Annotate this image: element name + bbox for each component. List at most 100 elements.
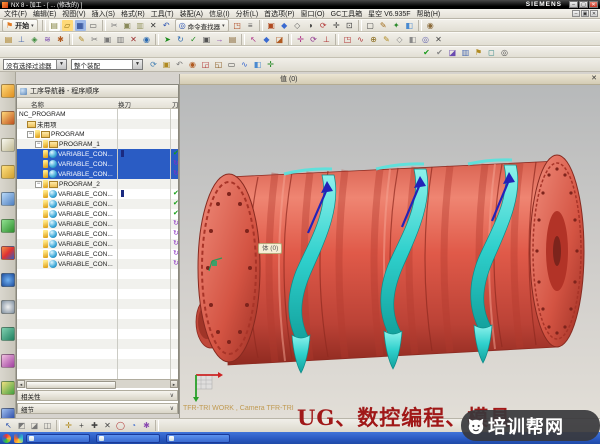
select-face-icon[interactable]: ◩ — [16, 420, 27, 431]
menu-item[interactable]: 帮助(H) — [417, 9, 441, 19]
navigator-section-bar[interactable]: 相关性 ∨ — [17, 390, 178, 401]
highlight-icon[interactable]: ◉ — [187, 59, 198, 70]
select-body-icon[interactable]: ◫ — [42, 420, 53, 431]
edit-object-icon[interactable]: ✎ — [76, 34, 87, 45]
taskbar-window-button-3[interactable] — [166, 434, 230, 443]
mid-point-icon[interactable]: ✚ — [89, 420, 100, 431]
mouse-mode-icon[interactable]: ↖ — [248, 34, 259, 45]
open-icon[interactable]: ▱ — [62, 20, 73, 31]
menu-item[interactable]: 视图(V) — [62, 9, 85, 19]
shaded-view-icon[interactable]: ◆ — [279, 20, 290, 31]
taskbar-window-button-1[interactable] — [26, 434, 90, 443]
rectangle-select-icon[interactable]: ▭ — [226, 59, 237, 70]
tree-row-variable_con[interactable]: VARIABLE_CON...↻ — [17, 159, 178, 169]
menu-item[interactable]: GC工具箱 — [331, 9, 363, 19]
tree-row-[interactable]: 未用项 — [17, 119, 178, 129]
target-icon[interactable]: ◎ — [499, 47, 510, 58]
existing-point-icon[interactable]: ✱ — [141, 420, 152, 431]
print-icon[interactable]: ▭ — [88, 20, 99, 31]
deselect-all-icon[interactable]: ↶ — [174, 59, 185, 70]
copy-object-icon[interactable]: ▣ — [102, 34, 113, 45]
tree-row-variable_con[interactable]: VARIABLE_CON...✔ — [17, 209, 178, 219]
undo-icon[interactable]: ↶ — [161, 20, 172, 31]
assembly-navigator-icon[interactable] — [1, 84, 15, 98]
menu-item[interactable]: 格式(R) — [121, 9, 145, 19]
menu-item[interactable]: 装配(A) — [180, 9, 203, 19]
operation-navigator-icon[interactable] — [1, 165, 15, 179]
pan-view-icon[interactable]: ✛ — [331, 20, 342, 31]
stamp-icon[interactable]: ▥ — [460, 47, 471, 58]
verify-check-icon[interactable]: ✔ — [421, 47, 432, 58]
maximize-button[interactable]: ▢ — [579, 1, 588, 8]
start-button[interactable]: ⚑开始▾ — [2, 19, 38, 32]
create-method-icon[interactable]: ≋ — [42, 34, 53, 45]
outside-window-icon[interactable]: ◱ — [213, 59, 224, 70]
part-navigator-icon[interactable] — [1, 138, 15, 152]
tree-row-program_1[interactable]: −PROGRAM_1 — [17, 139, 178, 149]
materials-icon[interactable]: ◧ — [404, 20, 415, 31]
help-icon[interactable]: ◉ — [425, 20, 436, 31]
display-object-icon[interactable]: ◉ — [141, 34, 152, 45]
edit-section-icon[interactable]: ✎ — [378, 20, 389, 31]
column-toolchange[interactable]: 换刀 — [118, 99, 131, 109]
intersection-point-icon[interactable]: ✕ — [102, 420, 113, 431]
create-program-icon[interactable]: ▤ — [3, 34, 14, 45]
shaded-select-icon[interactable]: ◧ — [252, 59, 263, 70]
cursor-select-icon[interactable]: ↖ — [3, 420, 14, 431]
column-name[interactable]: 名称 — [31, 99, 44, 109]
selection-filter-dropdown[interactable]: 没有选择过滤器 ▼ — [3, 59, 67, 70]
create-tool-icon[interactable]: ⊥ — [16, 34, 27, 45]
end-point-icon[interactable]: + — [76, 420, 87, 431]
selection-scope-dropdown[interactable]: 整个装配 ▼ — [71, 59, 143, 70]
snap-toggle-icon[interactable]: ✛ — [265, 59, 276, 70]
touch-mode-icon[interactable]: ≡ — [245, 20, 256, 31]
3d-model-screw-shaft[interactable] — [180, 85, 600, 419]
machine-simulation-icon[interactable]: ▣ — [201, 34, 212, 45]
taskbar-window-button-2[interactable] — [96, 434, 160, 443]
shop-documentation-icon[interactable]: ▤ — [227, 34, 238, 45]
fit-view-icon[interactable]: ⊡ — [344, 20, 355, 31]
tree-row-variable_con[interactable]: VARIABLE_CON...↻ — [17, 249, 178, 259]
child-minimize-button[interactable]: – — [572, 10, 580, 17]
datum-icon[interactable]: ◇ — [394, 34, 405, 45]
snap-point-icon[interactable]: ✛ — [63, 420, 74, 431]
process-studio-icon[interactable] — [1, 327, 15, 341]
history-icon[interactable] — [1, 300, 15, 314]
flag-icon[interactable]: ⚑ — [473, 47, 484, 58]
new-icon[interactable]: ▤ — [49, 20, 60, 31]
menu-item[interactable]: 信息(I) — [209, 9, 230, 19]
paste-object-icon[interactable]: ▥ — [115, 34, 126, 45]
horizontal-scrollbar[interactable]: ◄ ► — [17, 379, 178, 388]
close-button[interactable]: ✕ — [589, 1, 598, 8]
left-flange[interactable] — [198, 174, 260, 362]
scrollbar-thumb[interactable] — [26, 381, 116, 389]
child-restore-button[interactable]: ▣ — [581, 10, 589, 17]
tree-row-variable_con[interactable]: VARIABLE_CON...✔ — [17, 199, 178, 209]
scroll-left-icon[interactable]: ◄ — [17, 380, 25, 388]
select-all-icon[interactable]: ▣ — [161, 59, 172, 70]
column-tool[interactable]: 刀 — [172, 99, 179, 109]
arc-center-icon[interactable]: ◯ — [115, 420, 126, 431]
menu-item[interactable]: 编辑(E) — [33, 9, 56, 19]
approve-icon[interactable]: ✔ — [434, 47, 445, 58]
refresh-icon[interactable]: ⟳ — [148, 59, 159, 70]
menu-item[interactable]: 工具(T) — [151, 9, 174, 19]
tree-row-variable_con[interactable]: VARIABLE_CON...✔ — [17, 189, 178, 199]
window-layout-icon[interactable]: ▢ — [365, 20, 376, 31]
tree-row-variable_con[interactable]: VARIABLE_CON...↻ — [17, 239, 178, 249]
constraint-navigator-icon[interactable] — [1, 111, 15, 125]
generate-toolpath-icon[interactable]: ➤ — [162, 34, 173, 45]
tree-row-program_2[interactable]: −PROGRAM_2 — [17, 179, 178, 189]
note-icon[interactable]: ◻ — [486, 47, 497, 58]
inside-window-icon[interactable]: ◲ — [200, 59, 211, 70]
tree-row-variable_con[interactable]: VARIABLE_CON...↻ — [17, 169, 178, 179]
navigator-section-bar[interactable]: 细节 ∨ — [17, 403, 178, 414]
web-browser-icon[interactable] — [1, 273, 15, 287]
child-close-button[interactable]: ✕ — [590, 10, 598, 17]
menu-item[interactable]: 分析(L) — [236, 9, 259, 19]
tree-expander-icon[interactable]: − — [35, 181, 42, 188]
quick-launch-icon[interactable] — [14, 434, 23, 443]
delete-object-icon[interactable]: ✕ — [128, 34, 139, 45]
orient-view-icon[interactable]: ◆ — [261, 34, 272, 45]
menu-item[interactable]: 文件(F) — [4, 9, 27, 19]
